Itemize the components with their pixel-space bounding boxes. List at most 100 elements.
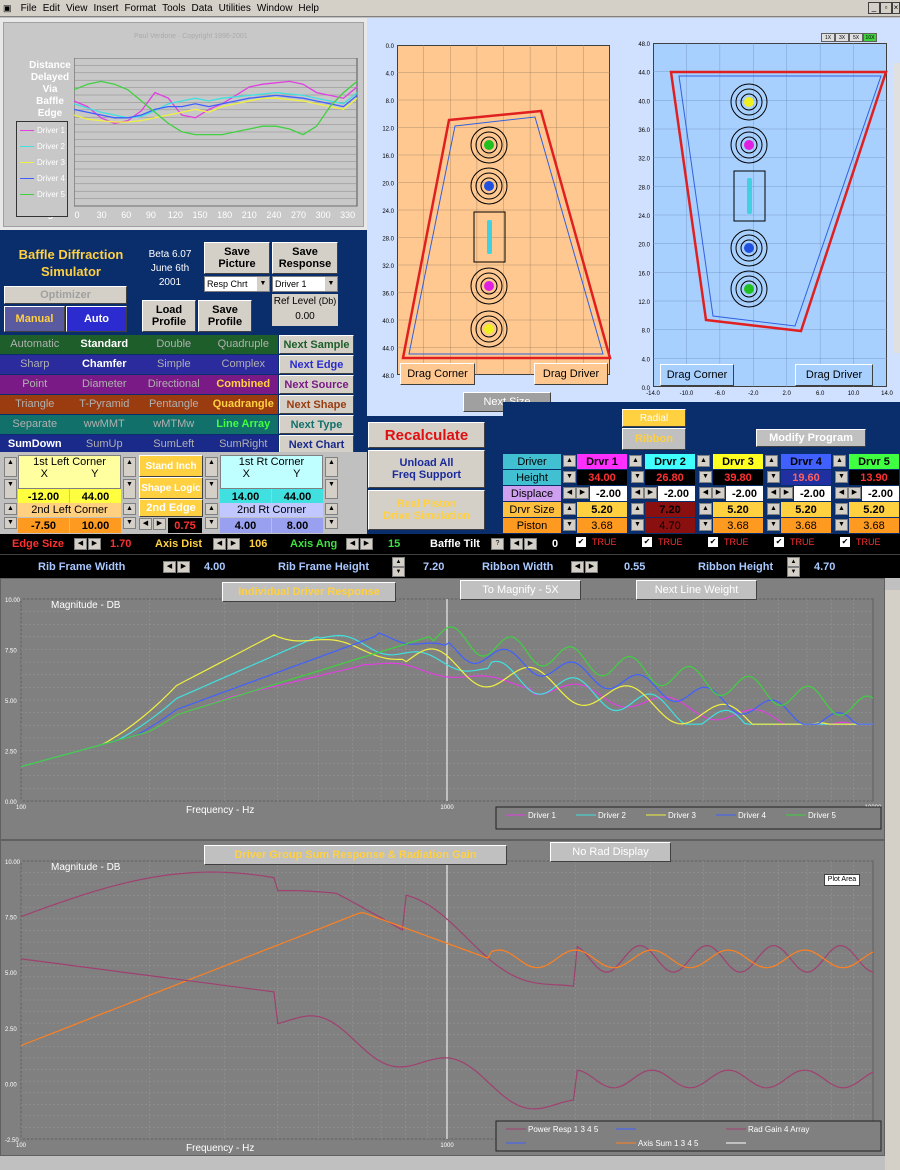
spin-down-icon[interactable]: ▼ <box>835 471 848 483</box>
no-rad-display-button[interactable]: No Rad Display <box>550 842 671 862</box>
arrow-right-icon[interactable]: ▶ <box>360 538 373 550</box>
arrow-right-icon[interactable]: ▶ <box>177 561 190 573</box>
arrow-left-icon[interactable]: ◀ <box>213 538 226 550</box>
spin-down-icon[interactable]: ▼ <box>4 479 17 499</box>
next-sample-button[interactable]: Next Sample <box>279 335 354 354</box>
option-simple[interactable]: Simple <box>139 355 209 374</box>
option-directional[interactable]: Directional <box>139 375 209 394</box>
option-complex[interactable]: Complex <box>209 355 279 374</box>
scrollbar[interactable] <box>893 63 900 353</box>
modify-program-button[interactable]: Modify Program <box>756 429 866 447</box>
option-standard[interactable]: Standard <box>70 335 140 354</box>
spin-down-icon[interactable]: ▼ <box>699 519 712 531</box>
option-wwmmt[interactable]: wwMMT <box>70 415 140 434</box>
spin-up-icon[interactable]: ▲ <box>699 503 712 515</box>
arrow-left-icon[interactable]: ◀ <box>563 487 576 499</box>
checkbox-icon[interactable]: ✔ <box>708 537 718 547</box>
spin-up-icon[interactable]: ▲ <box>833 455 846 467</box>
spin-down-icon[interactable]: ▼ <box>787 567 800 577</box>
spin-up-icon[interactable]: ▲ <box>205 457 218 477</box>
menu-item-file[interactable]: File <box>21 3 37 14</box>
menu-item-data[interactable]: Data <box>191 3 212 14</box>
driver-5-size[interactable]: 5.20 <box>849 502 899 517</box>
spin-up-icon[interactable]: ▲ <box>563 503 576 515</box>
spin-down-icon[interactable]: ▼ <box>767 519 780 531</box>
driver-2-height[interactable]: 26.80 <box>645 470 695 485</box>
menu-item-view[interactable]: View <box>66 3 88 14</box>
spin-up-icon[interactable]: ▲ <box>787 557 800 567</box>
restore-icon[interactable]: ▫ <box>880 2 892 14</box>
arrow-left-icon[interactable]: ◀ <box>74 538 87 550</box>
driver-1-displace[interactable]: -2.00 <box>590 486 627 501</box>
second-left-x[interactable]: -7.50 <box>18 518 69 533</box>
option-line-array[interactable]: Line Array <box>209 415 279 434</box>
arrow-left-icon[interactable]: ◀ <box>699 487 712 499</box>
spin-up-icon[interactable]: ▲ <box>563 455 576 467</box>
save-response-button[interactable]: Save Response <box>272 242 338 274</box>
real-piston-button[interactable]: Real Piston Drive Simulation <box>368 490 485 530</box>
first-left-y[interactable]: 44.00 <box>70 489 121 504</box>
drag-driver-button[interactable]: Drag Driver <box>534 363 608 385</box>
spin-down-icon[interactable]: ▼ <box>123 517 136 529</box>
driver-3-height[interactable]: 39.80 <box>713 470 763 485</box>
option-automatic[interactable]: Automatic <box>0 335 70 354</box>
spin-down-icon[interactable]: ▼ <box>205 517 218 529</box>
next-source-button[interactable]: Next Source <box>279 375 354 394</box>
spin-up-icon[interactable]: ▲ <box>325 503 338 515</box>
second-edge-button[interactable]: 2nd Edge <box>139 499 203 517</box>
menu-item-insert[interactable]: Insert <box>93 3 118 14</box>
spin-down-icon[interactable]: ▼ <box>563 471 576 483</box>
next-type-button[interactable]: Next Type <box>279 415 354 434</box>
driver-2-header[interactable]: Drvr 2 <box>645 454 695 469</box>
arrow-right-icon[interactable]: ▶ <box>524 538 537 550</box>
spin-down-icon[interactable]: ▼ <box>699 471 712 483</box>
checkbox-icon[interactable]: ✔ <box>840 537 850 547</box>
manual-button[interactable]: Manual <box>4 306 65 332</box>
spin-up-icon[interactable]: ▲ <box>835 503 848 515</box>
driver-4-displace[interactable]: -2.00 <box>794 486 831 501</box>
spin-down-icon[interactable]: ▼ <box>205 479 218 499</box>
save-picture-button[interactable]: Save Picture <box>204 242 270 274</box>
arrow-right-icon[interactable]: ▶ <box>88 538 101 550</box>
option-diameter[interactable]: Diameter <box>70 375 140 394</box>
driver-4-height[interactable]: 19.60 <box>781 470 831 485</box>
spin-up-icon[interactable]: ▲ <box>205 503 218 515</box>
second-left-y[interactable]: 10.00 <box>70 518 121 533</box>
arrow-left-icon[interactable]: ◀ <box>510 538 523 550</box>
driver-1-piston[interactable]: 3.68 <box>577 518 627 533</box>
spin-down-icon[interactable]: ▼ <box>631 519 644 531</box>
zoom-1x-button[interactable]: 1X <box>821 33 835 42</box>
option-triangle[interactable]: Triangle <box>0 395 70 414</box>
spin-up-icon[interactable]: ▲ <box>392 557 405 567</box>
close-icon[interactable]: × <box>892 2 900 14</box>
minimize-icon[interactable]: _ <box>868 2 880 14</box>
optimizer-button[interactable]: Optimizer <box>4 286 127 304</box>
arrow-right-icon[interactable]: ▶ <box>848 487 861 499</box>
option-separate[interactable]: Separate <box>0 415 70 434</box>
spin-down-icon[interactable]: ▼ <box>835 519 848 531</box>
menu-item-utilities[interactable]: Utilities <box>219 3 251 14</box>
unload-freq-button[interactable]: Unload All Freq Support <box>368 450 485 488</box>
menu-item-tools[interactable]: Tools <box>162 3 185 14</box>
spin-down-icon[interactable]: ▼ <box>123 479 136 499</box>
checkbox-icon[interactable]: ✔ <box>576 537 586 547</box>
driver-5-header[interactable]: Drvr 5 <box>849 454 899 469</box>
next-shape-button[interactable]: Next Shape <box>279 395 354 414</box>
driver-2-size[interactable]: 7.20 <box>645 502 695 517</box>
chart-select[interactable]: Resp Chrt ▼ <box>204 276 270 292</box>
spin-down-icon[interactable]: ▼ <box>325 479 338 499</box>
option-quadrangle[interactable]: Quadrangle <box>209 395 279 414</box>
arrow-right-icon[interactable]: ▶ <box>712 487 725 499</box>
option-t-pyramid[interactable]: T-Pyramid <box>70 395 140 414</box>
driver-5-displace[interactable]: -2.00 <box>862 486 899 501</box>
help-button[interactable]: ? <box>491 538 504 550</box>
spin-up-icon[interactable]: ▲ <box>123 457 136 477</box>
arrow-left-icon[interactable]: ◀ <box>571 561 584 573</box>
arrow-right-icon[interactable]: ▶ <box>644 487 657 499</box>
spin-down-icon[interactable]: ▼ <box>631 471 644 483</box>
menu-item-help[interactable]: Help <box>298 3 319 14</box>
option-wmtmw[interactable]: wMTMw <box>139 415 209 434</box>
spin-up-icon[interactable]: ▲ <box>767 503 780 515</box>
spin-up-icon[interactable]: ▲ <box>4 503 17 515</box>
stand-inch-button[interactable]: Stand Inch <box>139 455 203 477</box>
